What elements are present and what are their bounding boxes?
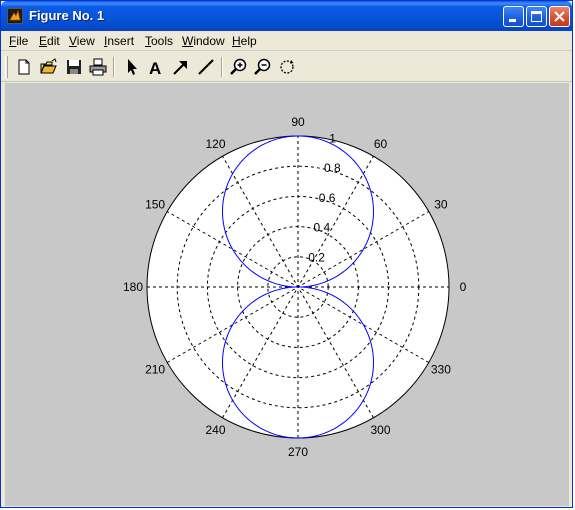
maximize-button[interactable] — [526, 6, 547, 27]
insert-arrow-icon[interactable] — [171, 57, 191, 77]
close-icon — [554, 11, 565, 22]
zoom-in-icon[interactable] — [229, 57, 249, 77]
angle-tick-label: 330 — [431, 363, 451, 377]
angle-tick-label: 180 — [123, 280, 143, 294]
insert-text-icon[interactable]: A — [146, 57, 166, 77]
toolbar: A — [1, 52, 572, 82]
menu-bar: File Edit View Insert Tools Window Help — [1, 31, 572, 51]
figure-window: Figure No. 1 File Edit View Insert Tools… — [0, 0, 573, 508]
window-title: Figure No. 1 — [29, 8, 105, 23]
minimize-icon — [509, 19, 516, 22]
radial-tick-label: 0.4 — [313, 221, 330, 235]
angle-tick-label: 120 — [205, 137, 225, 151]
print-icon[interactable] — [88, 57, 108, 77]
minimize-button[interactable] — [503, 6, 524, 27]
toolbar-grip[interactable] — [5, 56, 8, 78]
menu-insert[interactable]: Insert — [104, 34, 134, 48]
radial-tick-label: 0.8 — [324, 161, 341, 175]
toolbar-separator — [113, 57, 115, 77]
angle-tick-label: 30 — [434, 198, 448, 212]
angle-tick-label: 300 — [370, 423, 390, 437]
matlab-icon — [7, 8, 23, 24]
angle-tick-label: 60 — [374, 137, 388, 151]
menu-file[interactable]: File — [9, 34, 28, 48]
radial-tick-label: 0.6 — [319, 191, 336, 205]
angle-tick-label: 210 — [145, 363, 165, 377]
menu-window[interactable]: Window — [182, 34, 225, 48]
rotate-icon[interactable] — [277, 57, 297, 77]
title-bar[interactable]: Figure No. 1 — [1, 1, 572, 31]
radial-tick-label: 1 — [329, 131, 336, 145]
new-file-icon[interactable] — [14, 57, 34, 77]
angle-tick-label: 90 — [291, 115, 305, 129]
figure-canvas[interactable]: 0 30 60 90 120 150 180 210 240 270 300 330 0.2 0.4 0.6… — [5, 83, 569, 506]
angle-tick-label: 150 — [145, 198, 165, 212]
save-icon[interactable] — [64, 57, 84, 77]
open-folder-icon[interactable] — [39, 57, 59, 77]
menu-help[interactable]: Help — [232, 34, 257, 48]
maximize-icon — [531, 11, 542, 22]
angle-tick-label: 0 — [460, 280, 467, 294]
menu-edit[interactable]: Edit — [39, 34, 60, 48]
close-button[interactable] — [549, 6, 570, 27]
angle-tick-label: 240 — [205, 423, 225, 437]
menu-tools[interactable]: Tools — [145, 34, 173, 48]
toolbar-separator — [221, 57, 223, 77]
zoom-out-icon[interactable] — [253, 57, 273, 77]
angle-tick-label: 270 — [288, 445, 308, 459]
svg-text:A: A — [149, 59, 161, 77]
menu-view[interactable]: View — [69, 34, 95, 48]
polar-plot[interactable]: 0 30 60 90 120 150 180 210 240 270 300 330 0.2 0.4 0.6… — [5, 83, 569, 506]
radial-tick-label: 0.2 — [308, 250, 325, 264]
insert-line-icon[interactable] — [196, 57, 216, 77]
select-arrow-icon[interactable] — [122, 57, 142, 77]
